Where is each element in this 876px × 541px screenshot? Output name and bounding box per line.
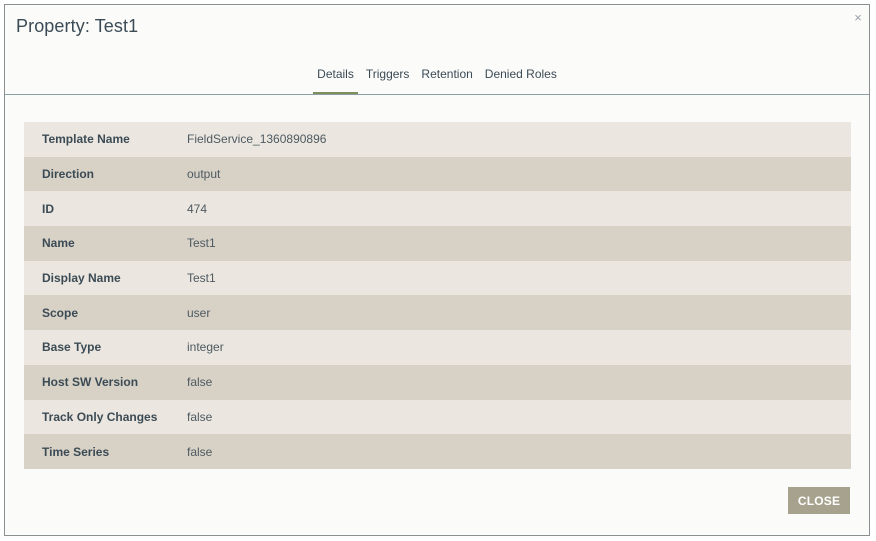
details-row: ID 474 [24, 191, 851, 227]
tab-divider [5, 94, 869, 95]
detail-value: false [187, 409, 213, 424]
detail-value: false [187, 375, 213, 390]
detail-value: user [187, 305, 211, 320]
detail-label: Time Series [42, 444, 110, 459]
detail-label: Host SW Version [42, 375, 139, 390]
tab-triggers[interactable]: Triggers [360, 66, 416, 95]
details-row: Name Test1 [24, 226, 851, 261]
close-button[interactable]: CLOSE [788, 487, 850, 514]
detail-value: Test1 [187, 236, 216, 251]
details-row: Scope user [24, 295, 851, 331]
detail-label: Name [42, 236, 75, 251]
dialog-title: Property: Test1 [16, 16, 139, 36]
detail-value: integer [187, 340, 224, 355]
detail-value: false [187, 444, 213, 459]
details-table: Template Name FieldService_1360890896 Di… [24, 122, 851, 469]
tab-bar: Details Triggers Retention Denied Roles [5, 66, 869, 95]
detail-label: Base Type [42, 340, 102, 355]
details-row: Direction output [24, 156, 851, 192]
details-row: Base Type integer [24, 330, 851, 365]
detail-value: FieldService_1360890896 [187, 132, 327, 147]
detail-label: Template Name [42, 132, 130, 147]
details-row: Track Only Changes false [24, 399, 851, 435]
detail-value: output [187, 167, 221, 182]
tab-details[interactable]: Details [311, 66, 360, 95]
detail-value: 474 [187, 201, 208, 216]
detail-value: Test1 [187, 271, 216, 286]
details-row: Template Name FieldService_1360890896 [24, 122, 851, 157]
detail-label: Direction [42, 167, 95, 182]
property-dialog: Property: Test1 × Details Triggers Reten… [4, 4, 870, 536]
details-row: Time Series false [24, 434, 851, 469]
detail-label: ID [42, 201, 54, 216]
detail-label: Display Name [42, 271, 121, 286]
tab-denied-roles[interactable]: Denied Roles [479, 66, 563, 95]
detail-label: Track Only Changes [42, 409, 158, 424]
tab-retention[interactable]: Retention [415, 66, 478, 95]
details-row: Display Name Test1 [24, 260, 851, 296]
close-icon[interactable]: × [851, 11, 865, 25]
detail-label: Scope [42, 305, 79, 320]
details-row: Host SW Version false [24, 364, 851, 400]
